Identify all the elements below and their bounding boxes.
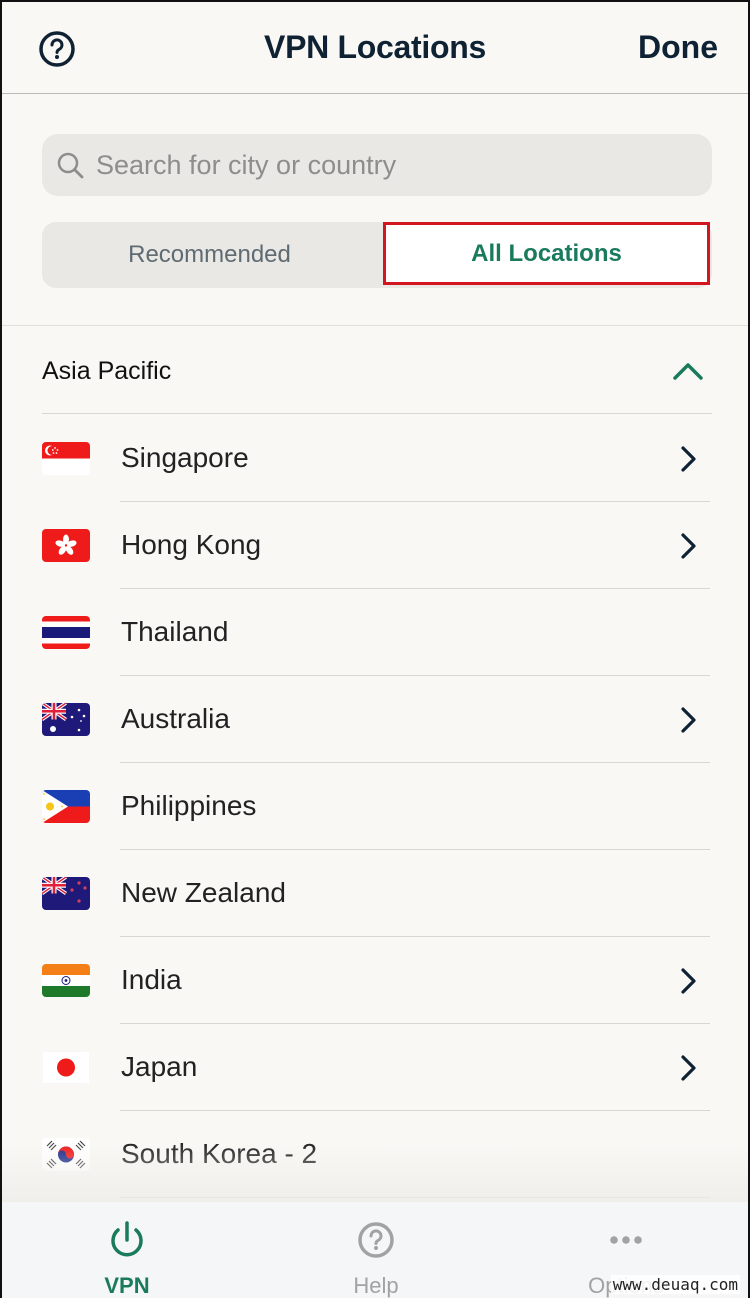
location-name: Singapore	[121, 442, 249, 473]
india-flag-icon	[42, 964, 90, 997]
location-row-thailand[interactable]: Thailand	[2, 589, 748, 676]
tab-recommended[interactable]: Recommended	[42, 222, 377, 288]
location-row-japan[interactable]: Japan	[2, 1024, 748, 1111]
region-label: Asia Pacific	[42, 357, 172, 385]
question-circle-icon	[358, 1222, 394, 1258]
singapore-flag-icon	[42, 442, 90, 475]
hong-kong-flag-icon	[42, 529, 90, 562]
power-icon	[111, 1221, 143, 1257]
chevron-up-icon[interactable]	[672, 360, 704, 382]
location-name: Thailand	[121, 616, 229, 647]
location-name: India	[121, 964, 182, 995]
chevron-right-icon[interactable]	[678, 1053, 698, 1083]
watermark: www.deuaq.com	[610, 1275, 740, 1294]
location-name: New Zealand	[121, 877, 286, 908]
location-name: Philippines	[121, 790, 257, 821]
chevron-right-icon[interactable]	[678, 705, 698, 735]
chevron-right-icon[interactable]	[678, 966, 698, 996]
tab-vpn[interactable]: VPN	[2, 1202, 252, 1298]
nav-header: VPN Locations Done	[2, 2, 748, 94]
location-row-india[interactable]: India	[2, 937, 748, 1024]
philippines-flag-icon	[42, 790, 90, 823]
location-row-australia[interactable]: Australia	[2, 676, 748, 763]
location-segmented-control: Recommended All Locations	[42, 222, 712, 288]
location-name: Australia	[121, 703, 230, 734]
row-divider	[120, 1197, 710, 1198]
tab-label: VPN	[104, 1273, 150, 1298]
location-row-singapore[interactable]: Singapore	[2, 415, 748, 502]
search-icon	[57, 152, 84, 179]
location-name: Japan	[121, 1051, 198, 1082]
page-title: VPN Locations	[264, 29, 486, 65]
location-name: South Korea - 2	[121, 1138, 318, 1169]
chevron-right-icon[interactable]	[678, 531, 698, 561]
location-row-south-korea-2[interactable]: South Korea - 2	[2, 1111, 748, 1198]
location-row-philippines[interactable]: Philippines	[2, 763, 748, 850]
location-row-new-zealand[interactable]: New Zealand	[2, 850, 748, 937]
japan-flag-icon	[42, 1051, 90, 1084]
chevron-right-icon[interactable]	[678, 444, 698, 474]
region-header-asia-pacific[interactable]: Asia Pacific	[42, 342, 712, 414]
location-row-hong-kong[interactable]: Hong Kong	[2, 502, 748, 589]
location-list: Singapore Hong Kong Thailand Australia P…	[2, 415, 748, 1198]
search-input[interactable]	[96, 134, 696, 196]
tab-label: Help	[353, 1273, 399, 1298]
tab-help[interactable]: Help	[251, 1202, 501, 1298]
tab-all-locations[interactable]: All Locations	[383, 222, 710, 285]
ellipsis-icon	[610, 1236, 642, 1244]
australia-flag-icon	[42, 703, 90, 736]
thailand-flag-icon	[42, 616, 90, 649]
south-korea-flag-icon	[42, 1138, 90, 1171]
search-field[interactable]	[42, 134, 712, 196]
divider	[2, 325, 748, 326]
new-zealand-flag-icon	[42, 877, 90, 910]
location-name: Hong Kong	[121, 529, 262, 560]
done-button[interactable]: Done	[638, 29, 718, 66]
